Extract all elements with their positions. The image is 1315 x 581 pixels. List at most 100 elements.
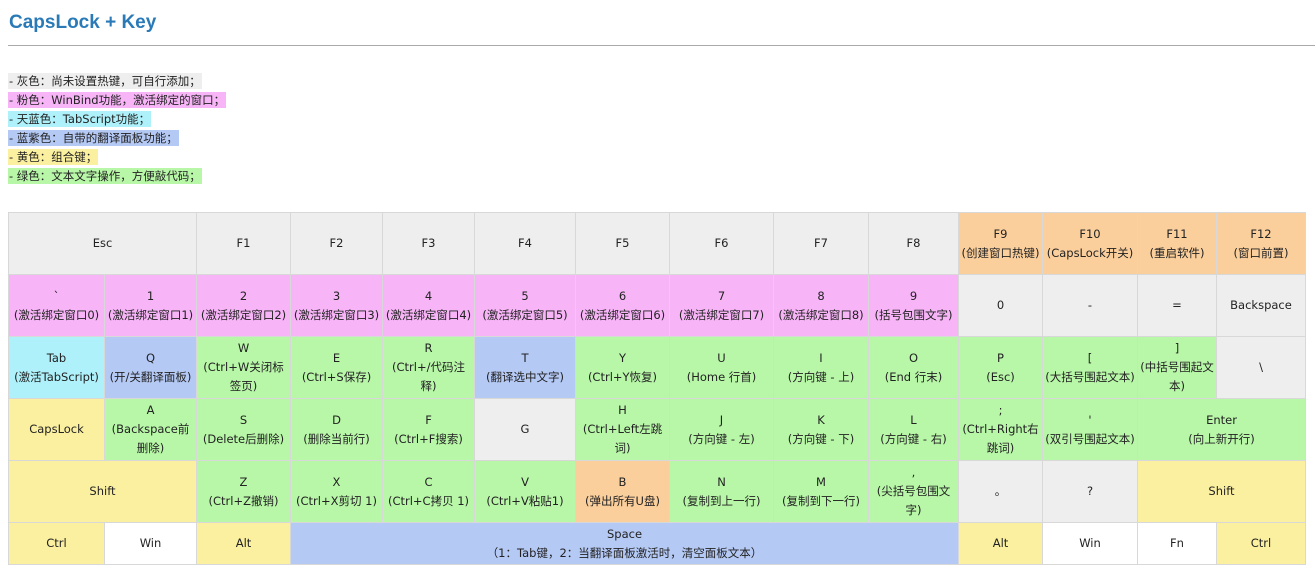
keyboard-row: CapsLock A (Backspace前删除) S (Delete后删除) D (删除当… — [8, 398, 1306, 461]
key-description: (Ctrl+/代码注释) — [392, 360, 465, 393]
key-label: F10 — [1079, 226, 1101, 241]
key-h: H (Ctrl+Left左跳词) — [575, 398, 670, 461]
key-label: ? — [1086, 484, 1094, 498]
key-description: (激活绑定窗口2) — [200, 307, 287, 322]
key-esc: Esc — [8, 212, 197, 275]
key-label: 5 — [521, 288, 529, 303]
key-label: Win — [139, 536, 162, 550]
key-label: H — [618, 403, 627, 417]
key-f4: F4 — [474, 212, 576, 275]
keyboard-row: Shift Z (Ctrl+Z撤销) X (Ctrl+X剪切 1) C (Ctrl+C拷贝 … — [8, 460, 1306, 523]
key-question: ? — [1042, 460, 1138, 523]
key-description: (激活绑定窗口8) — [778, 307, 864, 322]
key-label: 0 — [996, 298, 1005, 312]
key-u: U (Home 行首) — [669, 336, 774, 399]
key-label: Shift — [89, 484, 116, 498]
key-p: P (Esc) — [958, 336, 1043, 399]
key-5: 5 (激活绑定窗口5) — [474, 274, 576, 337]
key-description: (激活绑定窗口1) — [107, 307, 194, 322]
keyboard-row: Esc F1 F2 F3 F4 F5 F6 F7 F8 F9 (创建窗口热键) F10 (CapsLoc… — [8, 212, 1306, 275]
key-label: W — [237, 341, 250, 355]
key-label: \ — [1259, 360, 1263, 374]
key-f3: F3 — [382, 212, 475, 275]
key-description: (Ctrl+C拷贝 1) — [387, 493, 470, 508]
key-description: (Ctrl+Left左跳词) — [582, 422, 663, 455]
key-label: P — [997, 350, 1004, 365]
key-label: CapsLock — [29, 422, 84, 436]
key-win-left: Win — [104, 522, 197, 565]
key-label: 6 — [618, 288, 627, 303]
key-label: F4 — [518, 236, 532, 250]
key-label: F11 — [1166, 226, 1188, 241]
key-g: G — [474, 398, 576, 461]
key-description: (Home 行首) — [686, 369, 757, 384]
key-label: Fn — [1170, 536, 1184, 550]
key-alt-right: Alt — [958, 522, 1043, 565]
key-win-right: Win — [1042, 522, 1138, 565]
key-period: 。 — [958, 460, 1043, 523]
key-description: (方向键 - 右) — [880, 431, 947, 446]
key-description: (Esc) — [986, 369, 1015, 384]
key-right-bracket: ] (中括号围起文本) — [1137, 336, 1217, 399]
legend-item: - 绿色：文本文字操作，方便敲代码； — [8, 167, 226, 186]
key-label: V — [521, 474, 529, 489]
key-label: ] — [1174, 341, 1180, 355]
key-left-bracket: [(大括号围起文本) — [1042, 336, 1138, 399]
key-description: (激活绑定窗口5) — [482, 307, 568, 322]
keyboard-row: Ctrl Win Alt Space （1：Tab键，2：当翻译面板激活时，清空面板文本… — [8, 522, 1306, 565]
key-ctrl-left: Ctrl — [8, 522, 105, 565]
key-label: = — [1172, 298, 1182, 312]
key-description: (Ctrl+X剪切 1) — [296, 493, 377, 508]
key-label: 8 — [817, 288, 825, 303]
key-description: (翻译选中文字) — [486, 369, 564, 384]
key-label: ; — [998, 403, 1003, 417]
key-description: (激活绑定窗口0) — [13, 307, 100, 322]
key-label: T — [521, 350, 529, 365]
key-3: 3 (激活绑定窗口3) — [290, 274, 383, 337]
key-k: K (方向键 - 下) — [773, 398, 869, 461]
key-label: Y — [618, 350, 627, 365]
key-description: (创建窗口热键) — [961, 245, 1040, 260]
key-label: 4 — [424, 288, 433, 303]
key-e: E (Ctrl+S保存) — [290, 336, 383, 399]
key-description: (End 行末) — [884, 369, 943, 384]
key-description: (方向键 - 下) — [787, 431, 855, 446]
key-label: I — [819, 350, 823, 365]
key-description: (重启软件) — [1149, 245, 1205, 260]
key-description: (CapsLock开关) — [1046, 245, 1134, 260]
keyboard-row: Tab (激活TabScript) Q (开/关翻译面板) W (Ctrl+W关闭标签页)… — [8, 336, 1306, 399]
key-enter: Enter (向上新开行) — [1137, 398, 1306, 461]
key-label: X — [332, 474, 341, 489]
key-f5: F5 — [575, 212, 670, 275]
key-capslock: CapsLock — [8, 398, 105, 461]
key-x: X (Ctrl+X剪切 1) — [290, 460, 383, 523]
key-label: Backspace — [1230, 298, 1292, 312]
key-description: (激活绑定窗口6) — [579, 307, 666, 322]
legend-item: - 黄色：组合键； — [8, 148, 226, 167]
key-shift-right: Shift — [1137, 460, 1306, 523]
key-label: D — [332, 412, 341, 427]
key-description: (开/关翻译面板) — [109, 369, 192, 384]
key-description: (尖括号包围文字) — [876, 484, 951, 517]
key-9: 9 (括号包围文字) — [868, 274, 959, 337]
key-label: Ctrl — [1250, 536, 1272, 550]
key-ctrl-right: Ctrl — [1216, 522, 1306, 565]
legend-text: - 蓝紫色：自带的翻译面板功能； — [8, 130, 179, 146]
key-label: N — [717, 474, 726, 489]
key-label: 9 — [909, 288, 918, 303]
key-label: ` — [53, 288, 60, 303]
key-r: R (Ctrl+/代码注释) — [382, 336, 475, 399]
key-label: F3 — [421, 236, 436, 250]
key-label: Alt — [992, 536, 1009, 550]
key-d: D (删除当前行) — [290, 398, 383, 461]
key-i: I (方向键 - 上) — [773, 336, 869, 399]
key-f: F (Ctrl+F搜索) — [382, 398, 475, 461]
key-t: T (翻译选中文字) — [474, 336, 576, 399]
key-comma: , (尖括号包围文字) — [868, 460, 959, 523]
key-1: 1 (激活绑定窗口1) — [104, 274, 197, 337]
key-label: F9 — [993, 226, 1008, 241]
key-n: N (复制到上一行) — [669, 460, 774, 523]
key-description: (向上新开行) — [1188, 431, 1255, 446]
key-label: U — [717, 350, 726, 365]
key-description: (Ctrl+V粘贴1) — [486, 493, 564, 508]
